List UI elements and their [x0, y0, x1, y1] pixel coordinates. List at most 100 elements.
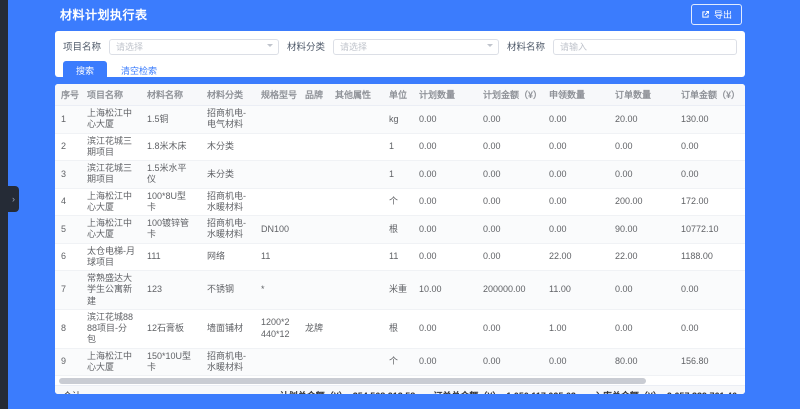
table-cell [255, 133, 299, 161]
planned-total: 计划总金额（¥）:354,568,213.58 [280, 389, 416, 394]
table-cell: 10772.10 [675, 216, 745, 244]
table-cell: 上海松江中心大厦 [81, 106, 141, 134]
table-row: 1上海松江中心大厦1.5铜招商机电-电气材料kg0.000.000.0020.0… [55, 106, 745, 134]
col-header: 计划数量 [413, 84, 477, 106]
table-cell: 米重 [383, 271, 413, 310]
table-cell: 0.00 [413, 133, 477, 161]
table-cell [255, 106, 299, 134]
table-cell: 22.00 [543, 243, 609, 271]
table-cell: 1 [383, 133, 413, 161]
table-cell: 0.00 [675, 161, 745, 189]
table-cell [329, 106, 383, 134]
table-cell: 0.00 [477, 161, 543, 189]
material-name-label: 材料名称 [507, 39, 545, 53]
project-name-label: 项目名称 [63, 39, 101, 53]
col-header: 申领数量 [543, 84, 609, 106]
table-cell: 0.00 [477, 348, 543, 376]
table-cell: 0.00 [477, 243, 543, 271]
material-name-input[interactable] [553, 39, 737, 55]
table-cell: 1.5铜 [141, 106, 201, 134]
table-cell: 0.00 [413, 348, 477, 376]
filter-material: 材料名称 [507, 37, 737, 55]
table-cell: 招商机电-水暖材料 [201, 216, 255, 244]
filter-category: 材料分类 [287, 37, 499, 55]
table-cell: 20.00 [609, 106, 675, 134]
sidebar-toggle[interactable]: › [8, 186, 19, 212]
table-cell: 0.00 [675, 133, 745, 161]
table-cell: 未分类 [201, 161, 255, 189]
table-cell [329, 243, 383, 271]
table-cell: 个 [383, 348, 413, 376]
table-cell: 上海松江中心大厦 [81, 216, 141, 244]
table-cell: 0.00 [477, 216, 543, 244]
search-button[interactable]: 搜索 [63, 61, 107, 80]
table-row: 3滨江花城三期项目1.5米水平仪未分类10.000.000.000.000.00 [55, 161, 745, 189]
table-cell: 2 [55, 133, 81, 161]
table-cell: kg [383, 106, 413, 134]
table-cell: 11 [255, 243, 299, 271]
material-category-select[interactable] [333, 39, 499, 55]
planned-total-value: 354,568,213.58 [353, 391, 416, 394]
table-cell: 0.00 [413, 188, 477, 216]
table-cell: 111 [141, 243, 201, 271]
table-cell [299, 243, 329, 271]
table-cell: 滨江花城三期项目 [81, 133, 141, 161]
table-cell: 木分类 [201, 133, 255, 161]
order-total: 订单总金额（¥）:1,050,117,025.63 [433, 389, 576, 394]
col-header: 品牌 [299, 84, 329, 106]
table-cell: 上海松江中心大厦 [81, 188, 141, 216]
table-cell: 156.80 [675, 348, 745, 376]
table-cell: 172.00 [675, 188, 745, 216]
table-cell: 根 [383, 309, 413, 348]
order-total-label: 订单总金额（¥）: [433, 391, 504, 394]
material-category-label: 材料分类 [287, 39, 325, 53]
material-plan-table: 序号 项目名称 材料名称 材料分类 规格型号 品牌 其他属性 单位 计划数量 计… [55, 84, 745, 376]
summary-total-label: 合计 [63, 389, 81, 394]
table-cell: 10.00 [413, 271, 477, 310]
table-cell: 1 [383, 161, 413, 189]
table-row: 9上海松江中心大厦150*10U型卡招商机电-水暖材料个0.000.000.00… [55, 348, 745, 376]
table-cell [329, 271, 383, 310]
table-cell: 11.00 [543, 271, 609, 310]
project-name-select[interactable] [109, 39, 279, 55]
table-cell: 1.5米水平仪 [141, 161, 201, 189]
table-row: 4上海松江中心大厦100*8U型卡招商机电-水暖材料个0.000.000.002… [55, 188, 745, 216]
table-cell [329, 188, 383, 216]
table-cell: 90.00 [609, 216, 675, 244]
table-cell: 0.00 [413, 106, 477, 134]
table-cell: 130.00 [675, 106, 745, 134]
top-bar: 材料计划执行表 导出 [8, 0, 800, 28]
horizontal-scrollbar-thumb[interactable] [59, 378, 646, 384]
table-cell: 0.00 [543, 348, 609, 376]
col-header: 单位 [383, 84, 413, 106]
table-cell: 0.00 [477, 309, 543, 348]
table-cell: 5 [55, 216, 81, 244]
export-button[interactable]: 导出 [691, 4, 742, 25]
table-cell [299, 188, 329, 216]
table-cell: 0.00 [543, 161, 609, 189]
table-cell: 个 [383, 188, 413, 216]
table-cell: 3 [55, 161, 81, 189]
table-cell [255, 348, 299, 376]
export-label: 导出 [714, 8, 732, 21]
table-cell: 0.00 [543, 133, 609, 161]
table-cell: 1200*2440*12 [255, 309, 299, 348]
table-row: 7常熟盛达大学生公寓新建123不锈钢*米重10.00200000.0011.00… [55, 271, 745, 310]
filter-panel: 项目名称 材料分类 材料名称 搜索 清空检索 [55, 31, 745, 77]
table-cell: 0.00 [543, 106, 609, 134]
table-cell: 0.00 [609, 309, 675, 348]
table-cell: 0.00 [675, 271, 745, 310]
table-cell: 6 [55, 243, 81, 271]
export-icon [701, 10, 710, 19]
table-cell [299, 271, 329, 310]
table-cell: 150*10U型卡 [141, 348, 201, 376]
table-cell: 0.00 [413, 161, 477, 189]
table-cell: 0.00 [543, 216, 609, 244]
inbound-total: 入库总金额（¥）:2,657,339,761.46 [594, 389, 737, 394]
table-cell: 0.00 [609, 161, 675, 189]
inbound-total-label: 入库总金额（¥）: [594, 391, 665, 394]
table-cell: 上海松江中心大厦 [81, 348, 141, 376]
table-cell: 网络 [201, 243, 255, 271]
clear-search-button[interactable]: 清空检索 [121, 64, 157, 77]
table-cell: 4 [55, 188, 81, 216]
